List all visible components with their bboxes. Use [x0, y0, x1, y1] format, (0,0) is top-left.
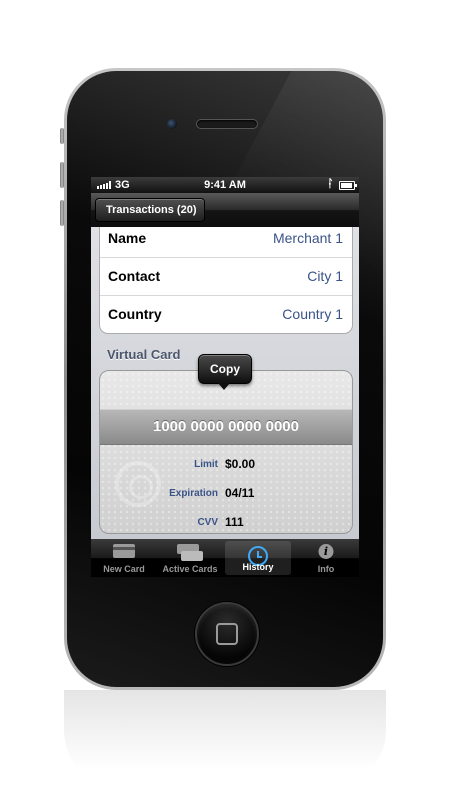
front-camera: [166, 118, 178, 130]
cvv-label: CVV: [197, 517, 218, 528]
detail-value: Country 1: [282, 306, 343, 322]
merchant-info-group: Name Merchant 1 Contact City 1 Country C…: [99, 227, 353, 334]
screen: 3G 9:41 AM ᛛ Transactions (20) Name Merc…: [91, 177, 359, 577]
detail-label: Country: [108, 306, 162, 322]
battery-icon: [339, 181, 357, 190]
expiration-label: Expiration: [169, 488, 218, 499]
cards-icon: [177, 544, 203, 562]
tab-active-cards[interactable]: Active Cards: [157, 539, 223, 577]
limit-value: $0.00: [225, 457, 256, 471]
limit-label: Limit: [194, 459, 218, 470]
detail-value: City 1: [307, 268, 343, 284]
card-icon: [113, 544, 135, 558]
bluetooth-icon: ᛛ: [327, 178, 334, 190]
earpiece-speaker: [196, 119, 258, 129]
status-bar: 3G 9:41 AM ᛛ: [91, 177, 359, 193]
home-square-icon: [216, 623, 238, 645]
tab-label: Active Cards: [162, 564, 218, 574]
navigation-bar: Transactions (20): [91, 193, 359, 227]
tab-new-card[interactable]: New Card: [91, 539, 157, 577]
tab-label: New Card: [103, 564, 145, 574]
logo-mark-icon: [115, 461, 161, 507]
volume-up-button: [60, 162, 64, 188]
detail-row-contact: Contact City 1: [100, 258, 352, 296]
mute-switch: [60, 128, 64, 144]
detail-label: Contact: [108, 268, 161, 284]
transaction-detail-scroll[interactable]: Name Merchant 1 Contact City 1 Country C…: [91, 227, 359, 539]
detail-label: Name: [108, 230, 147, 246]
tab-label: History: [242, 562, 274, 572]
status-time: 9:41 AM: [204, 179, 246, 191]
tab-history[interactable]: History: [225, 541, 291, 575]
home-button[interactable]: [195, 602, 259, 666]
info-icon: i: [318, 544, 334, 559]
tab-info[interactable]: i Info: [293, 539, 359, 577]
card-number[interactable]: 1000 0000 0000 0000: [100, 409, 352, 445]
detail-row-name: Name Merchant 1: [100, 227, 352, 258]
phone-reflection: [64, 690, 386, 790]
expiration-value: 04/11: [225, 486, 255, 500]
detail-row-country: Country Country 1: [100, 296, 352, 333]
copy-button[interactable]: Copy: [198, 354, 252, 390]
volume-down-button: [60, 200, 64, 226]
detail-value: Merchant 1: [272, 230, 343, 246]
tab-label: Info: [317, 564, 335, 574]
virtual-card-section-title: Virtual Card: [107, 347, 181, 362]
virtual-card: 1000 0000 0000 0000 Limit $0.00 Expirati…: [99, 370, 353, 534]
cvv-value: 111: [225, 515, 244, 529]
back-button-label: Transactions (20): [106, 204, 197, 216]
back-button[interactable]: Transactions (20): [95, 198, 206, 222]
tab-bar: New Card Active Cards History i Info: [91, 539, 359, 577]
